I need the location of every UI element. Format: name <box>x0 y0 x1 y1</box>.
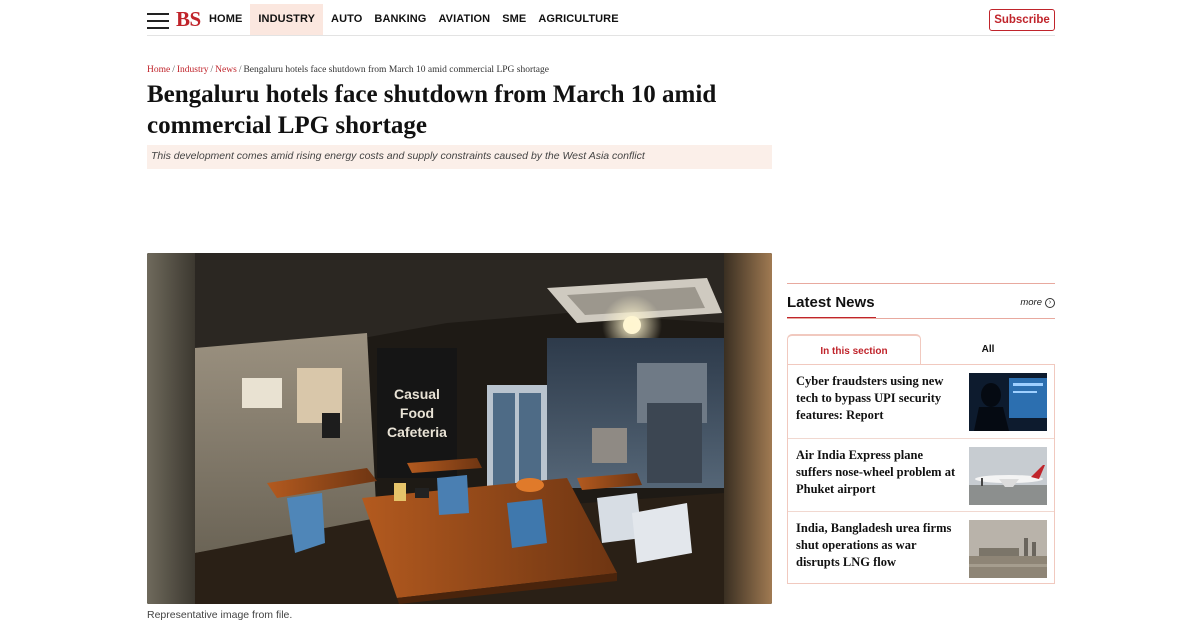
nav-banking[interactable]: BANKING <box>370 4 430 35</box>
site-logo[interactable]: BS <box>176 7 201 32</box>
article-summary: This development comes amid rising energ… <box>147 145 772 169</box>
list-item[interactable]: India, Bangladesh urea firms shut operat… <box>788 511 1054 584</box>
top-navigation-bar: BS HOME INDUSTRY AUTO BANKING AVIATION S… <box>147 4 1055 36</box>
breadcrumb-news[interactable]: News <box>215 65 237 75</box>
more-label: more <box>1020 297 1042 308</box>
person-at-screen-thumbnail[interactable] <box>969 373 1047 431</box>
sign-line-3: Cafeteria <box>387 424 447 440</box>
latest-news-tabs: In this section All <box>787 334 1055 364</box>
subscribe-button[interactable]: Subscribe <box>989 9 1055 31</box>
article-hero-image: Casual Food Cafeteria <box>147 253 772 604</box>
nav-auto[interactable]: AUTO <box>327 4 366 35</box>
main-nav: HOME INDUSTRY AUTO BANKING AVIATION SME … <box>205 4 627 35</box>
cafeteria-photo-illustration: Casual Food Cafeteria <box>147 253 772 604</box>
industrial-plant-thumbnail[interactable] <box>969 520 1047 578</box>
latest-news-list: Cyber fraudsters using new tech to bypas… <box>787 364 1055 584</box>
breadcrumb: Home / Industry / News / Bengaluru hotels face… <box>147 65 549 75</box>
nav-aviation[interactable]: AVIATION <box>434 4 494 35</box>
breadcrumb-current: Bengaluru hotels face shutdown from Marc… <box>243 65 549 75</box>
latest-news-rule <box>787 318 1055 319</box>
nav-sme[interactable]: SME <box>498 4 530 35</box>
sign-line-1: Casual <box>394 386 440 402</box>
breadcrumb-home[interactable]: Home <box>147 65 170 75</box>
arrow-right-circle-icon: › <box>1045 297 1055 308</box>
tab-in-this-section[interactable]: In this section <box>787 334 921 364</box>
list-item[interactable]: Air India Express plane suffers nose-whe… <box>788 438 1054 511</box>
sign-line-2: Food <box>400 405 434 421</box>
more-link[interactable]: more › <box>1020 297 1055 308</box>
tab-all[interactable]: All <box>921 334 1055 364</box>
nav-industry[interactable]: INDUSTRY <box>250 4 324 35</box>
list-item[interactable]: Cyber fraudsters using new tech to bypas… <box>788 365 1054 438</box>
hamburger-menu-icon[interactable] <box>147 13 169 29</box>
thumbnail-graphic <box>969 447 1047 505</box>
news-item-title[interactable]: India, Bangladesh urea firms shut operat… <box>796 520 960 571</box>
breadcrumb-separator: / <box>238 65 242 75</box>
thumbnail-graphic <box>969 520 1047 578</box>
breadcrumb-separator: / <box>172 65 175 75</box>
breadcrumb-industry[interactable]: Industry <box>177 65 209 75</box>
nav-home[interactable]: HOME <box>205 4 246 35</box>
article-headline: Bengaluru hotels face shutdown from Marc… <box>147 81 717 139</box>
sidebar-divider <box>787 283 1055 284</box>
latest-news-title: Latest News <box>787 294 875 311</box>
news-item-title[interactable]: Cyber fraudsters using new tech to bypas… <box>796 373 960 424</box>
news-item-title[interactable]: Air India Express plane suffers nose-whe… <box>796 447 960 498</box>
airplane-thumbnail[interactable] <box>969 447 1047 505</box>
nav-agriculture[interactable]: AGRICULTURE <box>534 4 622 35</box>
thumbnail-graphic <box>969 373 1047 431</box>
breadcrumb-separator: / <box>210 65 214 75</box>
image-caption: Representative image from file. <box>147 609 293 621</box>
